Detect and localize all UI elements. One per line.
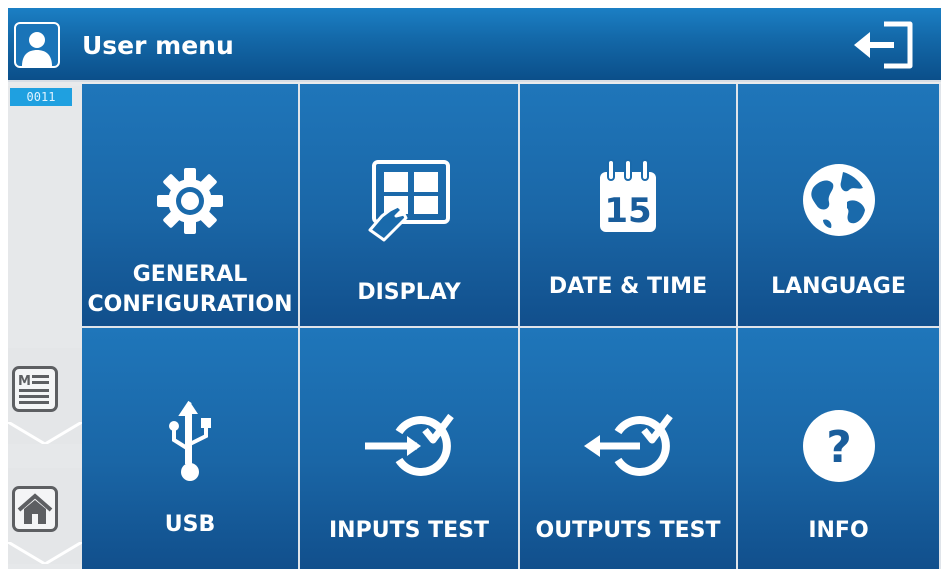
- tile-general-configuration[interactable]: GENERAL CONFIGURATION: [82, 84, 300, 328]
- question-icon: ?: [799, 406, 879, 490]
- tile-label: INPUTS TEST: [329, 518, 489, 543]
- tile-label: USB: [164, 512, 216, 537]
- tile-outputs-test[interactable]: OUTPUTS TEST: [520, 328, 738, 569]
- sidebar-item-menu[interactable]: M: [8, 348, 82, 444]
- menu-grid: GENERAL CONFIGURATION DISPLAY 15 DATE & …: [82, 84, 941, 569]
- gear-icon: [155, 166, 225, 240]
- usb-icon: [166, 398, 214, 492]
- outputs-test-icon: [578, 410, 678, 484]
- tile-usb[interactable]: USB: [82, 328, 300, 569]
- tile-label: INFO: [808, 518, 869, 543]
- calendar-icon: 15: [596, 156, 660, 240]
- tile-date-time[interactable]: 15 DATE & TIME: [520, 84, 738, 328]
- tile-label-line2: CONFIGURATION: [87, 292, 293, 317]
- info-glyph: ?: [826, 422, 852, 473]
- globe-icon: [799, 160, 879, 244]
- page-title: User menu: [82, 31, 234, 60]
- tile-language[interactable]: LANGUAGE: [738, 84, 941, 328]
- device-screen: User menu M 0011 GENERAL CONFIGURATION D…: [8, 8, 941, 569]
- tile-label-line1: GENERAL: [132, 262, 248, 287]
- sidebar: M: [8, 86, 82, 569]
- header-bar: User menu: [8, 8, 941, 82]
- tile-label: DATE & TIME: [548, 274, 708, 299]
- exit-icon: [854, 21, 913, 69]
- tile-display[interactable]: DISPLAY: [300, 84, 520, 328]
- tile-label: OUTPUTS TEST: [535, 518, 721, 543]
- tile-label: DISPLAY: [357, 280, 461, 305]
- tile-inputs-test[interactable]: INPUTS TEST: [300, 328, 520, 569]
- display-touch-icon: [364, 156, 454, 250]
- tile-info[interactable]: ? INFO: [738, 328, 941, 569]
- calendar-day: 15: [604, 191, 651, 231]
- exit-button[interactable]: [848, 18, 918, 72]
- inputs-test-icon: [359, 410, 459, 484]
- home-icon: [12, 486, 58, 532]
- status-counter: 0011: [10, 88, 72, 106]
- sidebar-item-home[interactable]: [8, 468, 82, 564]
- tile-label: LANGUAGE: [771, 274, 906, 299]
- svg-text:M: M: [18, 374, 31, 389]
- menu-document-icon: M: [12, 366, 58, 412]
- user-icon[interactable]: [14, 22, 60, 68]
